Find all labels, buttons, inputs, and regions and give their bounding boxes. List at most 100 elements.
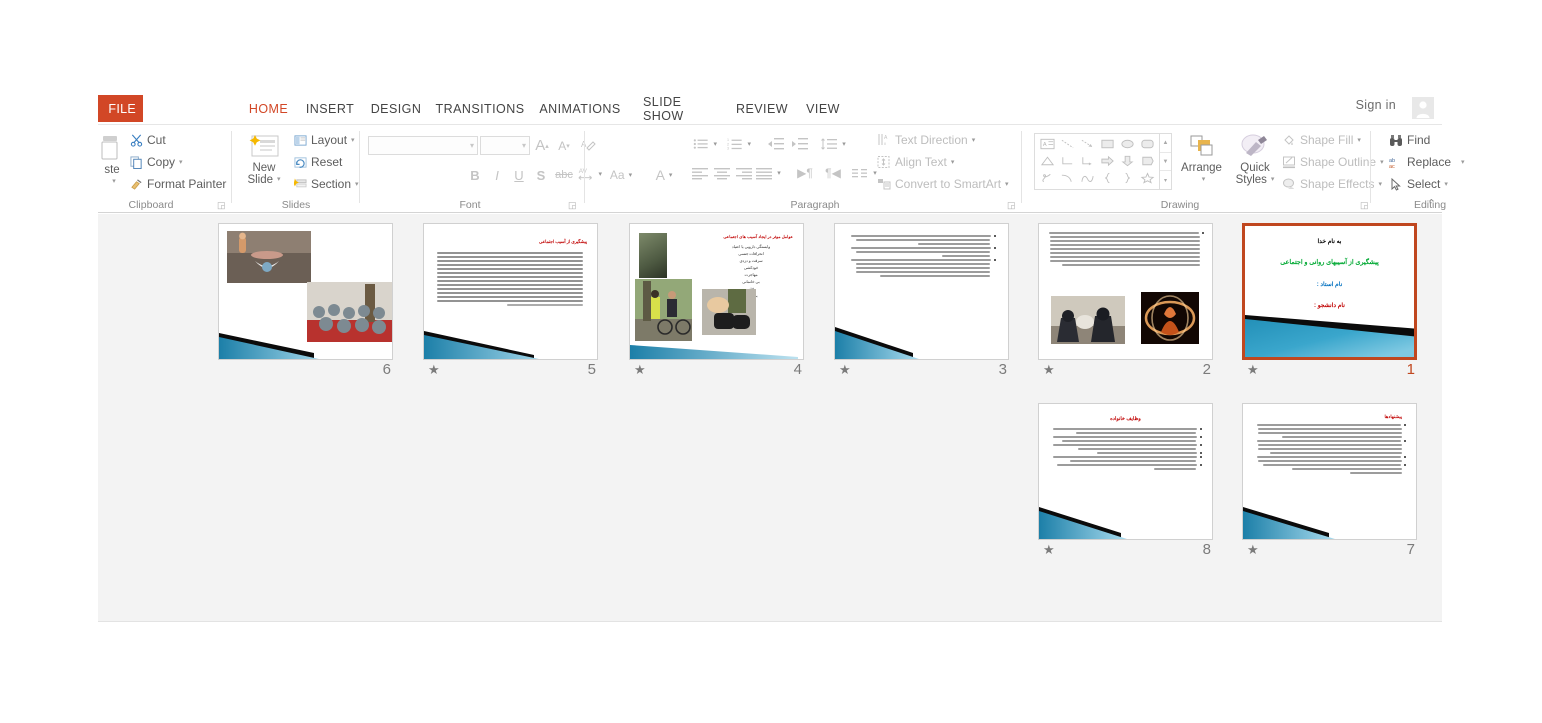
align-right-button[interactable]	[733, 163, 755, 183]
rounded-rectangle-shape[interactable]	[1137, 135, 1157, 152]
oval-shape[interactable]	[1117, 135, 1137, 152]
sign-in-link[interactable]: Sign in	[1356, 98, 1396, 112]
shape-fill-button[interactable]: Shape Fill ▾	[1282, 133, 1361, 147]
star-shape[interactable]	[1137, 169, 1157, 186]
shape-outline-button[interactable]: Shape Outline ▾	[1282, 155, 1384, 169]
italic-button[interactable]: I	[488, 165, 506, 185]
slide-canvas[interactable]: وظایف خانواده	[1038, 403, 1213, 540]
textbox-shape[interactable]: A	[1037, 135, 1057, 152]
shapes-gallery-scrollbar[interactable]: ▲ ▼ ▾	[1159, 134, 1171, 189]
copy-button[interactable]: Copy ▾	[130, 155, 183, 169]
drawing-dialog-launcher[interactable]: ◲	[1360, 201, 1369, 210]
paste-caret-icon[interactable]: ▾	[112, 176, 116, 188]
cut-button[interactable]: Cut	[130, 133, 166, 147]
elbow-connector-shape[interactable]	[1057, 152, 1077, 169]
shapes-gallery[interactable]: A ▲ ▼ ▾	[1034, 133, 1172, 190]
decrease-indent-button[interactable]	[765, 134, 787, 154]
increase-font-size-button[interactable]: A ▴	[532, 136, 552, 155]
elbow-arrow-shape[interactable]	[1077, 152, 1097, 169]
right-brace-shape[interactable]	[1117, 169, 1137, 186]
tab-file[interactable]: FILE	[98, 95, 143, 122]
clipboard-dialog-launcher[interactable]: ◲	[217, 201, 226, 210]
font-dialog-launcher[interactable]: ◲	[568, 201, 577, 210]
shapes-more-icon[interactable]: ▾	[1160, 171, 1171, 189]
numbering-button[interactable]: 1 2 3 ▾	[727, 134, 751, 154]
align-left-button[interactable]	[689, 163, 711, 183]
shapes-scroll-up-icon[interactable]: ▲	[1160, 134, 1171, 153]
tab-animations[interactable]: ANIMATIONS	[532, 95, 628, 122]
rtl-text-direction-button[interactable]: ¶◀	[821, 163, 845, 183]
slide-thumbnail-2[interactable]: ★ 2	[1038, 223, 1213, 381]
slide-canvas[interactable]	[834, 223, 1009, 360]
layout-button[interactable]: Layout ▾	[294, 133, 355, 147]
collapse-ribbon-chevron-icon[interactable]: ⌃	[1427, 197, 1436, 210]
slide-sorter-panel[interactable]: 6 پیشگیری از آسیب اجتماعی ★ 5 عوامل موثر…	[98, 214, 1442, 622]
underline-button[interactable]: U	[510, 165, 528, 185]
slide-thumbnail-3[interactable]: ★ 3	[834, 223, 1009, 381]
tab-view[interactable]: VIEW	[798, 95, 848, 122]
tab-home[interactable]: HOME	[241, 95, 296, 122]
font-family-combo[interactable]: ▾	[368, 136, 478, 155]
curve-shape[interactable]	[1057, 169, 1077, 186]
arc-shape[interactable]	[1077, 169, 1097, 186]
triangle-shape[interactable]	[1037, 152, 1057, 169]
line-spacing-button[interactable]: ▾	[819, 134, 847, 154]
reset-button[interactable]: Reset	[294, 155, 342, 169]
paste-button[interactable]: ste ▾	[96, 135, 128, 188]
arrow-shape[interactable]	[1077, 135, 1097, 152]
tab-slide-show[interactable]: SLIDE SHOW	[633, 95, 723, 123]
new-slide-button[interactable]: New Slide ▾	[240, 133, 288, 186]
copy-caret-icon[interactable]: ▾	[179, 158, 183, 166]
shapes-scroll-down-icon[interactable]: ▼	[1160, 153, 1171, 172]
decrease-font-size-button[interactable]: A ▾	[554, 136, 574, 155]
tab-transitions[interactable]: TRANSITIONS	[431, 95, 529, 122]
bullets-button[interactable]: ▾	[693, 134, 717, 154]
slide-thumbnail-7[interactable]: پیشنهادها ★ 7	[1242, 403, 1417, 561]
font-size-combo[interactable]: ▾	[480, 136, 530, 155]
scribble-shape[interactable]	[1037, 169, 1057, 186]
slide-canvas[interactable]: پیشگیری از آسیب اجتماعی	[423, 223, 598, 360]
slide-thumbnail-1[interactable]: به نام خدا پیشگیری از آسیبهای روانی و اج…	[1242, 223, 1417, 381]
bold-button[interactable]: B	[466, 165, 484, 185]
ltr-text-direction-button[interactable]: ▶¶	[793, 163, 817, 183]
new-slide-caret-icon[interactable]: ▾	[277, 174, 281, 186]
animation-star-icon[interactable]: ★	[1043, 363, 1055, 377]
rectangle-shape[interactable]	[1097, 135, 1117, 152]
down-arrow-shape[interactable]	[1117, 152, 1137, 169]
animation-star-icon[interactable]: ★	[634, 363, 646, 377]
text-shadow-button[interactable]: S	[532, 165, 550, 185]
convert-to-smartart-button[interactable]: Convert to SmartArt ▾	[877, 177, 1009, 191]
animation-star-icon[interactable]: ★	[428, 363, 440, 377]
align-text-button[interactable]: Align Text ▾	[877, 155, 954, 169]
replace-button[interactable]: ab ac Replace ▾	[1389, 155, 1465, 169]
select-button[interactable]: Select ▾	[1389, 177, 1448, 191]
slide-canvas[interactable]: عوامل موثر در ایجاد آسیب های اجتماعی واب…	[629, 223, 804, 360]
tab-design[interactable]: DESIGN	[364, 95, 428, 122]
tab-review[interactable]: REVIEW	[728, 95, 796, 122]
shape-effects-button[interactable]: Shape Effects ▾	[1282, 177, 1382, 191]
paragraph-dialog-launcher[interactable]: ◲	[1007, 201, 1016, 210]
slide-canvas[interactable]: پیشنهادها	[1242, 403, 1417, 540]
slide-canvas[interactable]: به نام خدا پیشگیری از آسیبهای روانی و اج…	[1242, 223, 1417, 360]
pentagon-shape[interactable]	[1137, 152, 1157, 169]
arrange-button[interactable]: Arrange ▾	[1174, 133, 1229, 186]
text-direction-button[interactable]: A ll Text Direction ▾	[877, 133, 975, 147]
slide-thumbnail-5[interactable]: پیشگیری از آسیب اجتماعی ★ 5	[423, 223, 598, 381]
align-center-button[interactable]	[711, 163, 733, 183]
layout-caret-icon[interactable]: ▾	[351, 136, 355, 144]
increase-indent-button[interactable]	[789, 134, 811, 154]
find-button[interactable]: Find	[1389, 133, 1430, 147]
slide-thumbnail-4[interactable]: عوامل موثر در ایجاد آسیب های اجتماعی واب…	[629, 223, 804, 381]
arrange-caret-icon[interactable]: ▾	[1202, 174, 1206, 186]
right-arrow-shape[interactable]	[1097, 152, 1117, 169]
section-button[interactable]: Section ▾	[294, 177, 359, 191]
format-painter-button[interactable]: Format Painter	[130, 177, 226, 191]
animation-star-icon[interactable]: ★	[839, 363, 851, 377]
columns-button[interactable]: ▾	[851, 163, 877, 183]
slide-thumbnail-6[interactable]: 6	[218, 223, 393, 381]
animation-star-icon[interactable]: ★	[1043, 543, 1055, 557]
tab-insert[interactable]: INSERT	[301, 95, 359, 122]
animation-star-icon[interactable]: ★	[1247, 363, 1259, 377]
left-brace-shape[interactable]	[1097, 169, 1117, 186]
strikethrough-button[interactable]: abc	[552, 165, 576, 185]
